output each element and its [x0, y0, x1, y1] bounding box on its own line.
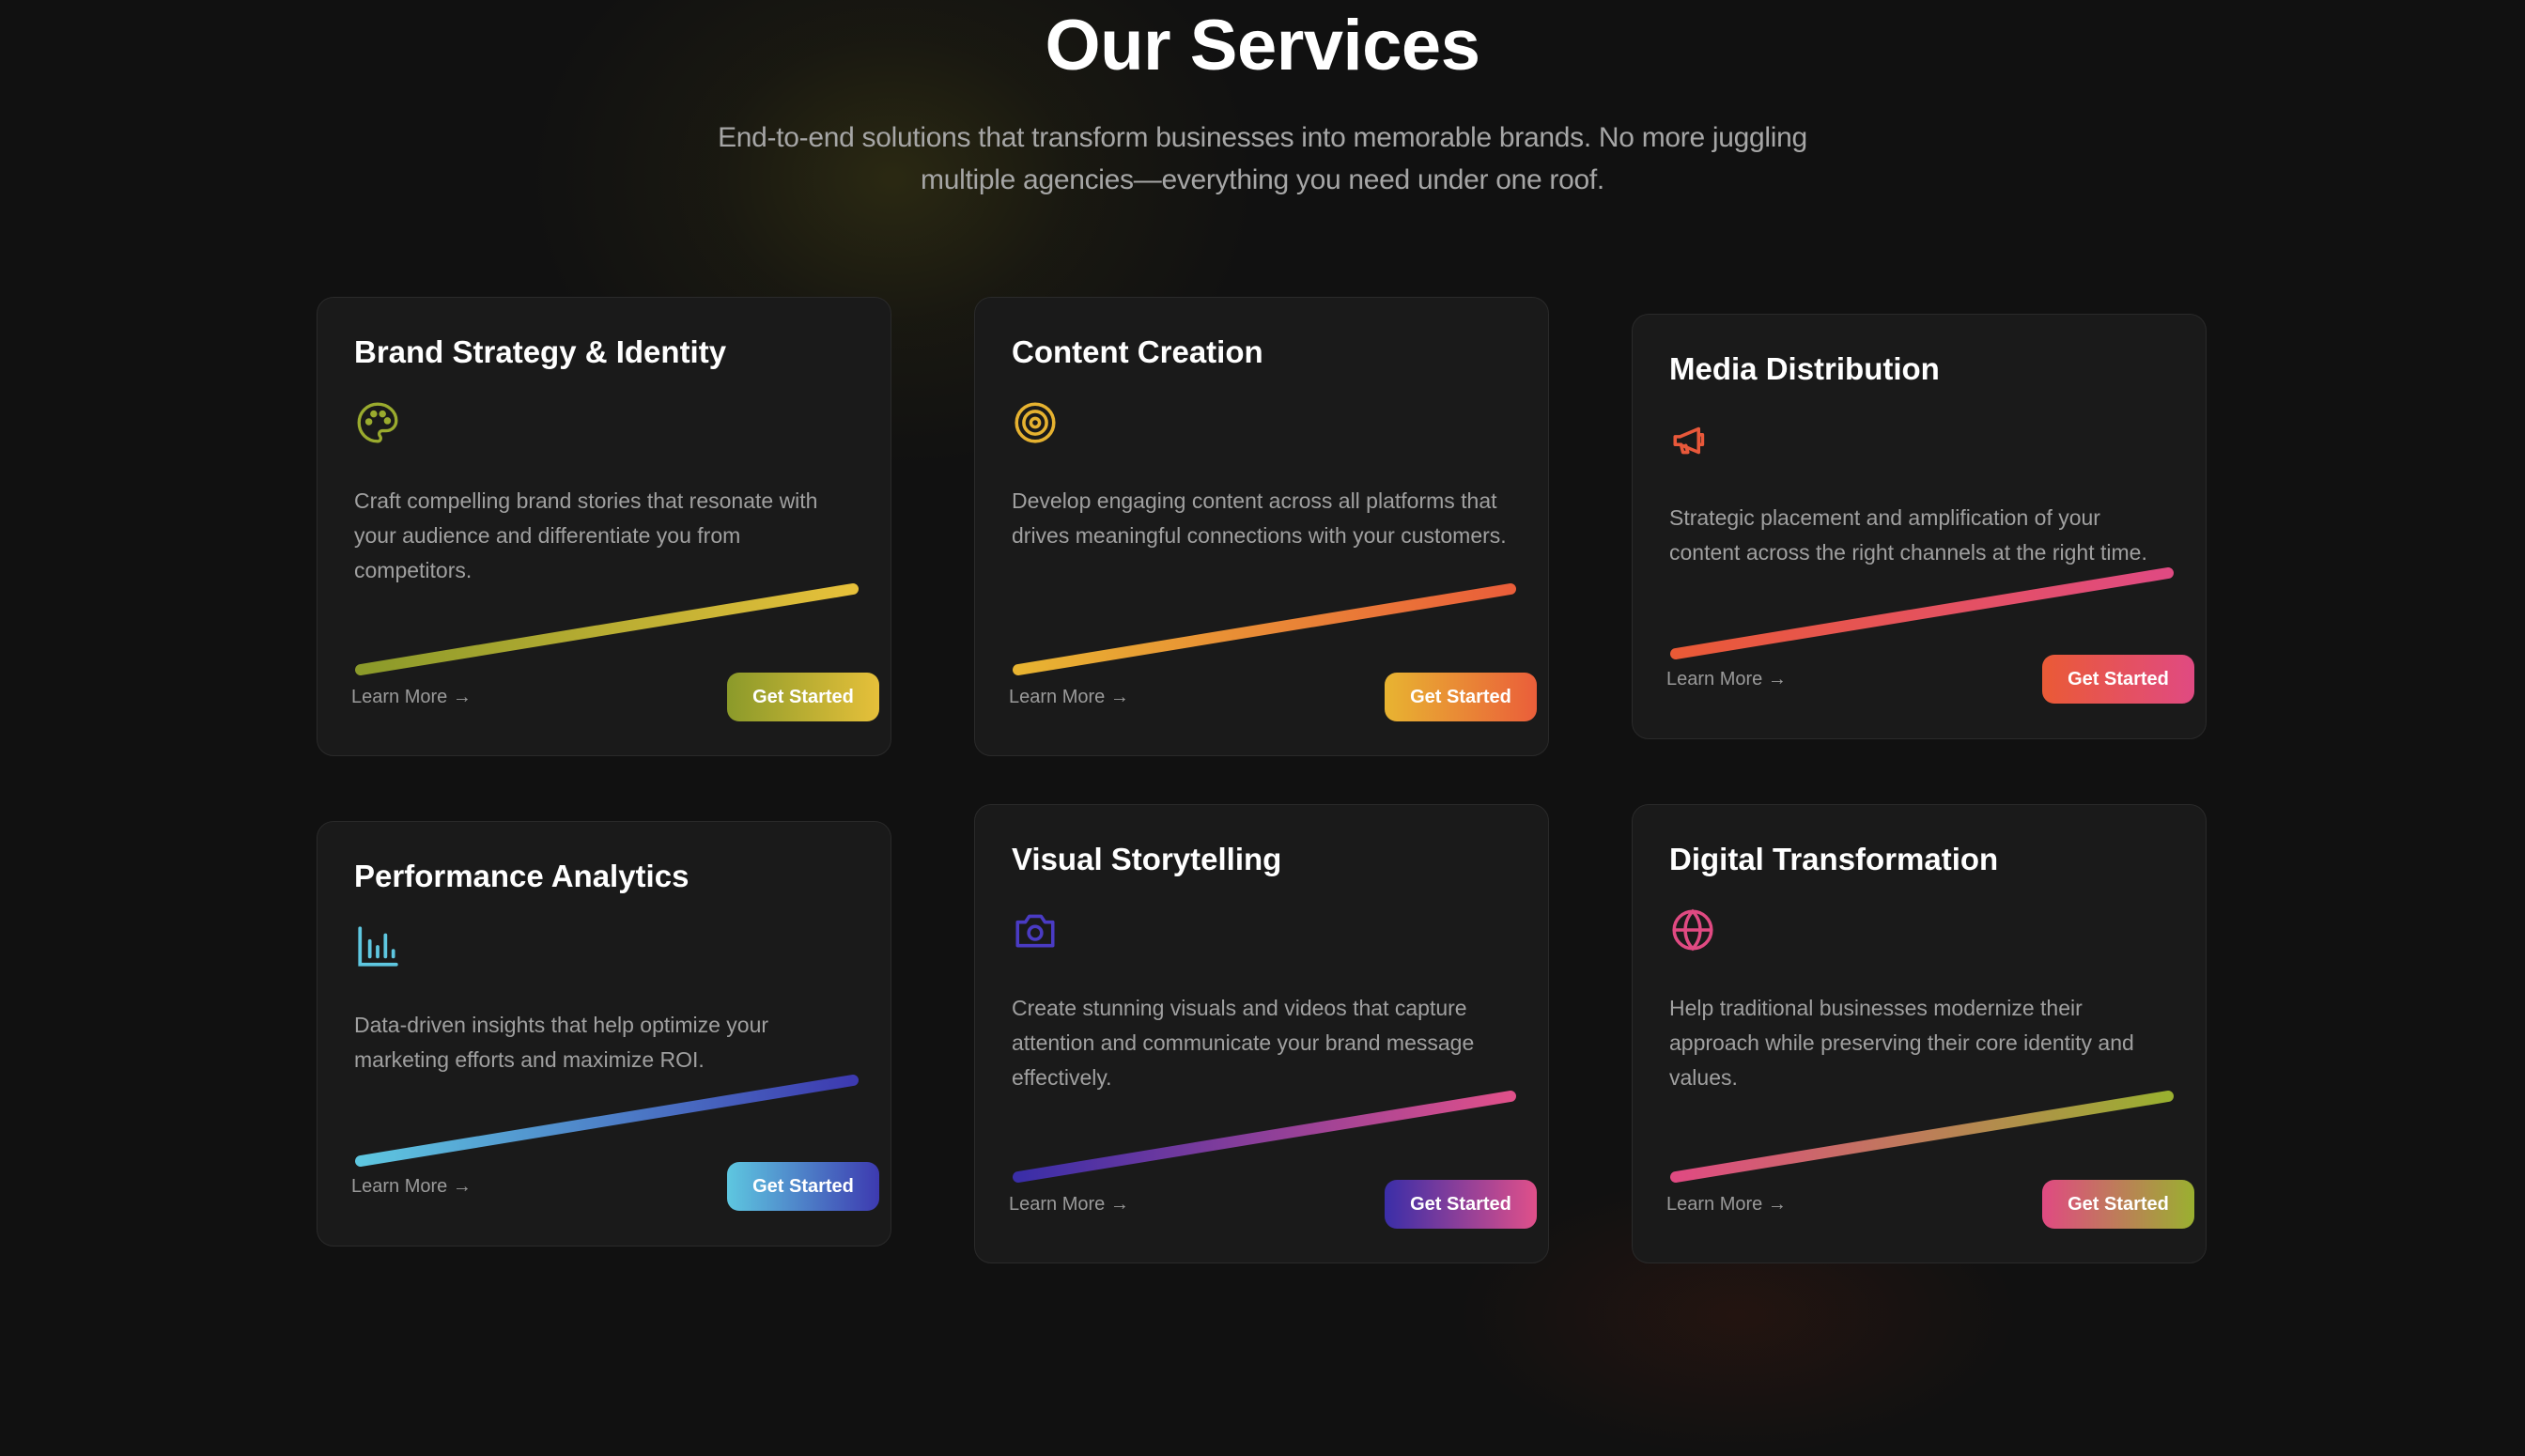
get-started-button[interactable]: Get Started	[2042, 655, 2194, 704]
service-card: Visual Storytelling Create stunning visu…	[974, 804, 1549, 1263]
card-title: Media Distribution	[1669, 351, 1940, 386]
learn-more-link[interactable]: Learn More →	[351, 686, 472, 708]
learn-more-link[interactable]: Learn More →	[351, 1175, 472, 1198]
target-icon	[1012, 399, 1059, 446]
card-description: Help traditional businesses modernize th…	[1669, 996, 2134, 1090]
card-description: Data-driven insights that help optimize …	[354, 1013, 769, 1072]
card-title: Visual Storytelling	[1012, 842, 1282, 876]
accent-line	[355, 1075, 859, 1167]
get-started-button[interactable]: Get Started	[2042, 1180, 2194, 1229]
service-card: Content Creation Develop engaging conten…	[974, 297, 1549, 756]
card-description: Develop engaging content across all plat…	[1012, 488, 1507, 548]
learn-more-link[interactable]: Learn More →	[1666, 668, 1787, 690]
service-card: Digital Transformation Help traditional …	[1632, 804, 2207, 1263]
card-title: Brand Strategy & Identity	[354, 334, 727, 369]
service-card: Media Distribution Strategic placement a…	[1632, 314, 2207, 739]
get-started-button[interactable]: Get Started	[727, 1162, 879, 1211]
camera-icon	[1012, 906, 1059, 953]
card-title: Performance Analytics	[354, 859, 689, 893]
palette-icon	[354, 399, 401, 446]
globe-icon	[1669, 906, 1716, 953]
get-started-button[interactable]: Get Started	[727, 673, 879, 721]
accent-line	[1013, 583, 1516, 675]
get-started-button[interactable]: Get Started	[1385, 1180, 1537, 1229]
learn-more-link[interactable]: Learn More →	[1666, 1193, 1787, 1216]
learn-more-link[interactable]: Learn More →	[1009, 1193, 1129, 1216]
bar-chart-icon	[354, 923, 401, 970]
page-subtitle: End-to-end solutions that transform busi…	[718, 122, 1807, 195]
accent-line	[1670, 1091, 2174, 1183]
get-started-button[interactable]: Get Started	[1385, 673, 1537, 721]
learn-more-link[interactable]: Learn More →	[1009, 686, 1129, 708]
card-description: Craft compelling brand stories that reso…	[354, 488, 818, 582]
card-description: Create stunning visuals and videos that …	[1012, 996, 1475, 1090]
card-description: Strategic placement and amplification of…	[1669, 505, 2147, 565]
page-title: Our Services	[1045, 6, 1480, 85]
accent-line	[355, 583, 859, 675]
card-title: Content Creation	[1012, 334, 1263, 369]
accent-line	[1670, 567, 2174, 659]
megaphone-icon	[1669, 416, 1716, 463]
service-card: Performance Analytics Data-driven insigh…	[317, 821, 891, 1247]
accent-line	[1013, 1091, 1516, 1183]
card-title: Digital Transformation	[1669, 842, 1999, 876]
service-card: Brand Strategy & Identity Craft compelli…	[317, 297, 891, 756]
